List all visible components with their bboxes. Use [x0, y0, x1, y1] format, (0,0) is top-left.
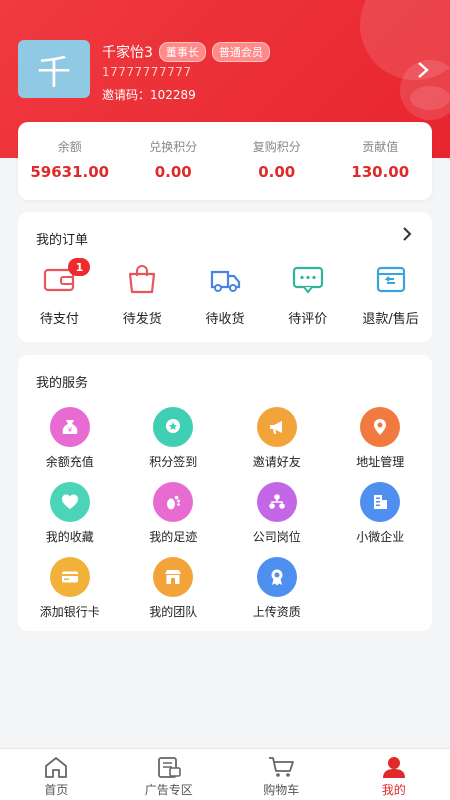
service-label: 小微企业 [356, 530, 405, 544]
order-label: 待支付 [39, 312, 79, 327]
building-icon [360, 482, 401, 522]
order-pending-receipt[interactable]: 待收货 [184, 264, 267, 327]
service-favorites[interactable]: 我的收藏 [18, 482, 122, 557]
heart-icon [49, 482, 90, 522]
org-chart-icon [256, 482, 297, 522]
service-label: 余额充值 [45, 455, 94, 469]
order-label: 待发货 [122, 312, 162, 327]
user-name-row: 千家怡3 董事长 普通会员 [102, 42, 270, 62]
truck-icon [208, 264, 242, 294]
stat-contribution[interactable]: 贡献值 130.00 [329, 122, 433, 200]
stat-label: 贡献值 [362, 140, 399, 154]
bank-card-icon [49, 557, 90, 597]
badge-star-icon [153, 407, 194, 447]
service-recharge[interactable]: ¥ 余额充值 [18, 407, 122, 482]
order-label: 待评价 [288, 312, 328, 327]
service-label: 积分签到 [149, 455, 198, 469]
tab-cart[interactable]: 购物车 [225, 749, 338, 800]
user-phone: 17777777777 [102, 65, 192, 79]
tab-mine[interactable]: 我的 [338, 749, 450, 800]
services-title: 我的服务 [36, 376, 89, 391]
tab-label: 购物车 [263, 783, 300, 797]
stat-label: 兑换积分 [149, 140, 198, 154]
refund-box-icon [374, 264, 408, 294]
tab-home[interactable]: 首页 [0, 749, 113, 800]
my-services-card: 我的服务 ¥ 余额充值 积分签到 邀请好友 地址管理 我的收藏 我的足迹 公司岗… [18, 355, 432, 631]
order-refund-aftersale[interactable]: 退款/售后 [349, 264, 432, 327]
comment-icon [291, 264, 325, 294]
money-bag-icon: ¥ [49, 407, 90, 447]
service-empty-slot [329, 557, 433, 632]
service-label: 公司岗位 [252, 530, 301, 544]
service-footprint[interactable]: 我的足迹 [122, 482, 226, 557]
orders-title: 我的订单 [36, 233, 89, 248]
tab-label: 首页 [44, 783, 69, 797]
stat-exchange-points[interactable]: 兑换积分 0.00 [122, 122, 226, 200]
stat-label: 复购积分 [252, 140, 301, 154]
member-badge: 普通会员 [211, 42, 270, 62]
role-badge: 董事长 [158, 42, 206, 62]
bottom-tab-bar: 首页 广告专区 购物车 我的 [0, 748, 450, 800]
location-pin-icon [360, 407, 401, 447]
service-label: 我的足迹 [149, 530, 198, 544]
user-icon [379, 755, 409, 779]
stat-value: 130.00 [351, 163, 410, 181]
stat-label: 余额 [57, 140, 82, 154]
order-label: 退款/售后 [362, 312, 419, 327]
profile-chevron-right-icon[interactable] [416, 60, 430, 85]
stat-value: 59631.00 [30, 163, 110, 181]
svg-text:¥: ¥ [68, 426, 73, 434]
shop-icon [153, 557, 194, 597]
user-name: 千家怡3 [102, 45, 153, 61]
stat-value: 0.00 [258, 163, 296, 181]
tab-label: 广告专区 [144, 783, 193, 797]
avatar[interactable]: 千 [18, 40, 90, 98]
home-icon [41, 755, 71, 779]
cart-icon [266, 755, 296, 779]
invite-code: 邀请码：102289 [102, 88, 196, 102]
tab-ad-zone[interactable]: 广告专区 [113, 749, 226, 800]
tab-label: 我的 [381, 783, 406, 797]
wallet-icon: 1 [42, 258, 91, 294]
order-pending-shipment[interactable]: 待发货 [101, 264, 184, 327]
avatar-char: 千 [37, 52, 71, 93]
order-pending-review[interactable]: 待评价 [266, 264, 349, 327]
bag-icon [125, 264, 159, 294]
service-checkin[interactable]: 积分签到 [122, 407, 226, 482]
service-label: 我的收藏 [45, 530, 94, 544]
stat-balance[interactable]: 余额 59631.00 [18, 122, 122, 200]
service-my-team[interactable]: 我的团队 [122, 557, 226, 632]
service-upload-qualification[interactable]: 上传资质 [225, 557, 329, 632]
account-stats-card: 余额 59631.00 兑换积分 0.00 复购积分 0.00 贡献值 130.… [18, 122, 432, 200]
footprint-icon [153, 482, 194, 522]
order-pending-payment[interactable]: 1 待支付 [18, 258, 101, 327]
unpaid-count-badge: 1 [68, 258, 91, 276]
decor-bubble [410, 86, 450, 110]
service-label: 地址管理 [356, 455, 405, 469]
ad-zone-icon [154, 755, 184, 779]
service-company-positions[interactable]: 公司岗位 [225, 482, 329, 557]
megaphone-icon [256, 407, 297, 447]
orders-chevron-right-icon[interactable] [402, 226, 412, 247]
stat-repurchase-points[interactable]: 复购积分 0.00 [225, 122, 329, 200]
service-address[interactable]: 地址管理 [329, 407, 433, 482]
order-label: 待收货 [205, 312, 245, 327]
certificate-icon [256, 557, 297, 597]
service-add-bank-card[interactable]: 添加银行卡 [18, 557, 122, 632]
stat-value: 0.00 [154, 163, 192, 181]
service-label: 我的团队 [149, 605, 198, 619]
service-label: 邀请好友 [252, 455, 301, 469]
service-invite[interactable]: 邀请好友 [225, 407, 329, 482]
service-micro-enterprise[interactable]: 小微企业 [329, 482, 433, 557]
service-label: 上传资质 [252, 605, 301, 619]
my-orders-card: 我的订单 1 待支付 待发货 待收货 待评价 退款/售后 [18, 212, 432, 342]
service-label: 添加银行卡 [39, 605, 100, 619]
